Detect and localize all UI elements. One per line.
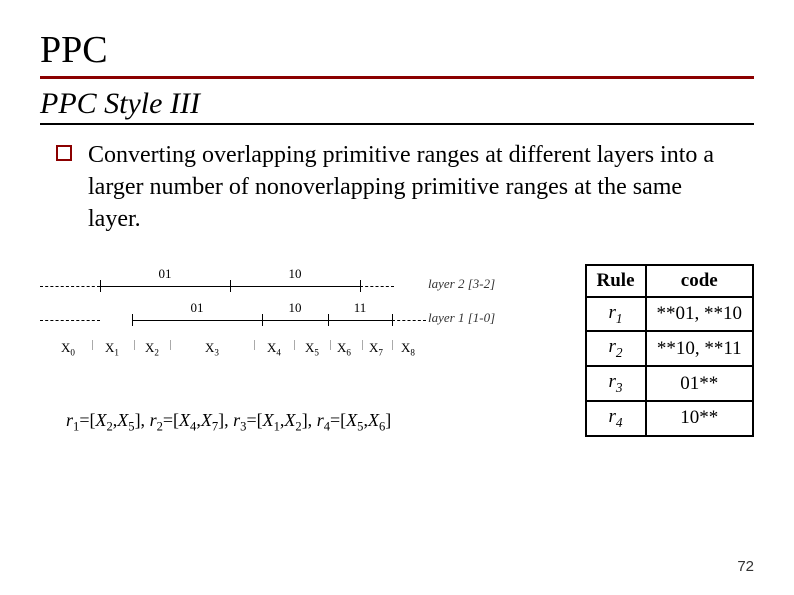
rule-cell: r1 — [586, 297, 646, 332]
rule-cell: r4 — [586, 401, 646, 436]
rule-cell: r3 — [586, 366, 646, 401]
x-label: X3 — [205, 340, 219, 358]
slide-title: PPC — [40, 28, 754, 72]
table-header-rule: Rule — [586, 265, 646, 297]
table-row: r2**10, **11 — [586, 331, 754, 366]
title-rule — [40, 76, 754, 79]
bullet-icon — [56, 145, 72, 161]
subtitle-rule — [40, 123, 754, 125]
table-row: r301** — [586, 366, 754, 401]
bullet-item: Converting overlapping primitive ranges … — [40, 139, 754, 236]
slide-subtitle: PPC Style III — [40, 87, 754, 121]
x-label: X8 — [401, 340, 415, 358]
range-diagram: layer 2 [3-2] 0110 layer 1 [1-0] 011011 … — [40, 262, 569, 435]
x-label: X7 — [369, 340, 383, 358]
x-label: X1 — [105, 340, 119, 358]
layer1-caption: layer 1 [1-0] — [428, 310, 495, 326]
rule-cell: r2 — [586, 331, 646, 366]
x-label: X6 — [337, 340, 351, 358]
code-cell: **10, **11 — [646, 331, 754, 366]
code-cell: 10** — [646, 401, 754, 436]
layer1-axis: layer 1 [1-0] 011011 — [40, 302, 569, 328]
page-number: 72 — [737, 558, 754, 575]
code-cell: 01** — [646, 366, 754, 401]
code-cell: **01, **10 — [646, 297, 754, 332]
layer2-axis: layer 2 [3-2] 0110 — [40, 268, 569, 294]
rule-table: Rule code r1**01, **10r2**10, **11r301**… — [585, 264, 755, 437]
x-label: X4 — [267, 340, 281, 358]
bullet-text: Converting overlapping primitive ranges … — [88, 139, 728, 236]
x-label: X5 — [305, 340, 319, 358]
table-row: r1**01, **10 — [586, 297, 754, 332]
x-label: X0 — [61, 340, 75, 358]
table-row: r410** — [586, 401, 754, 436]
table-header-code: code — [646, 265, 754, 297]
x-axis: X0 X1 X2 X3 X4 X5 X6 X7 X8 — [40, 340, 569, 364]
range-definitions: r1=[X2,X5], r2=[X4,X7], r3=[X1,X2], r4=[… — [40, 410, 569, 435]
x-label: X2 — [145, 340, 159, 358]
layer2-caption: layer 2 [3-2] — [428, 276, 495, 292]
